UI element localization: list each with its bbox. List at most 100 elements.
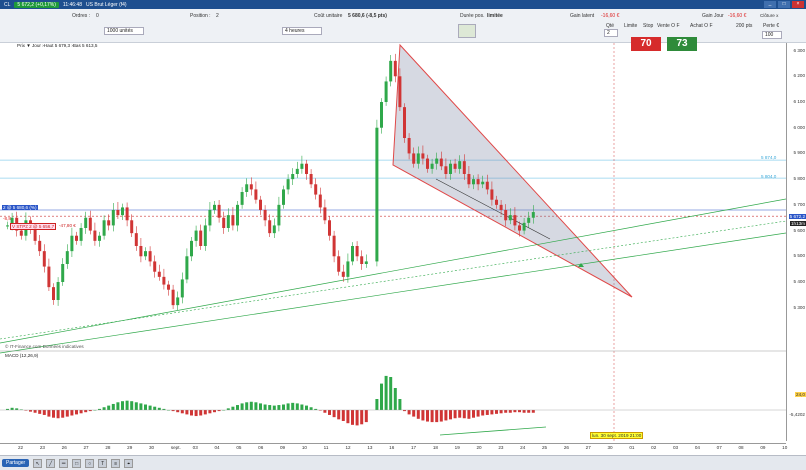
tool-icon-8[interactable]: ⌖ — [124, 458, 134, 468]
candle-body — [190, 240, 193, 257]
perte-input[interactable]: 100 — [762, 31, 782, 39]
candle-body — [295, 168, 299, 174]
macd-bar — [116, 402, 120, 410]
tool-icon-1[interactable]: ↖ — [33, 458, 43, 468]
maximize-button[interactable]: □ — [778, 1, 790, 8]
candle-body — [88, 217, 92, 231]
position-tag[interactable]: 2 @ 5 680,6 (%) — [2, 205, 38, 210]
candle-body — [351, 246, 354, 262]
candle-body — [254, 189, 258, 200]
macd-bar — [407, 410, 411, 415]
level-tag-2: 5 804,0 — [761, 174, 777, 179]
position-value: 2 — [216, 13, 219, 19]
candle-body — [458, 161, 462, 169]
candle-body — [167, 284, 170, 290]
macd-bar — [286, 403, 290, 410]
macd-bar — [254, 402, 258, 410]
chart-info-line: Prix ▼ Jour ›Haut 5 679,3 ›Bas 5 613,5 — [17, 43, 98, 48]
y-tick-label: 6 100 — [793, 99, 806, 104]
macd-bar — [518, 410, 521, 413]
qte-input[interactable]: 2 — [604, 29, 618, 37]
share-button[interactable]: Partager — [2, 459, 30, 467]
tool-icon-7[interactable]: ≡ — [111, 458, 121, 468]
timeframe-select[interactable]: 4 heures — [282, 27, 322, 35]
tool-icon-5[interactable]: ○ — [85, 458, 95, 468]
candle-body — [337, 256, 341, 272]
minimize-button[interactable]: _ — [764, 1, 776, 8]
macd-bar — [375, 399, 379, 410]
candle-body — [162, 276, 166, 285]
candle-body — [240, 192, 244, 205]
candle-body — [93, 230, 97, 241]
watermark: © IT-Finance.com Données indicatives — [5, 344, 84, 349]
macd-bar — [323, 410, 327, 413]
candle-body — [47, 266, 51, 288]
cout-value: 5 680,6 (-8,5 pts) — [348, 13, 387, 19]
close-button[interactable]: × — [792, 1, 804, 8]
chart-thumbnail-icon[interactable] — [458, 24, 476, 38]
macd-bar — [508, 410, 512, 413]
quantity-select[interactable]: 1000 unités — [104, 27, 144, 35]
y-tick-label: 5 500 — [793, 253, 806, 259]
candle-body — [208, 210, 212, 226]
macd-bar — [236, 405, 239, 410]
trend-line-1 — [0, 198, 787, 344]
candle-body — [116, 210, 120, 216]
time-axis[interactable]: 22 23 26 27 28 29 30 sept. 03 04 05 06 09 10 11 12 13 16 1… — [0, 443, 787, 453]
x-tick-label: 25 — [542, 445, 548, 450]
ordres-value: 0 — [96, 13, 99, 19]
tool-icon-3[interactable]: ═ — [59, 458, 69, 468]
price-chart[interactable] — [0, 43, 787, 453]
x-tick-label: 23 — [39, 445, 45, 450]
macd-bar — [398, 399, 402, 410]
candle-body — [291, 174, 295, 180]
x-tick-label: 18 — [432, 445, 438, 450]
candle-body — [518, 225, 521, 231]
macd-bar — [226, 408, 230, 410]
macd-value-2: -5,4202 — [789, 412, 805, 417]
x-tick-label: 29 — [127, 445, 133, 450]
candle-body — [217, 204, 221, 218]
candle-body — [245, 184, 249, 192]
x-tick-label: 04 — [694, 445, 700, 450]
macd-bar — [435, 410, 439, 423]
gain-jour-value: -16,60 € — [728, 13, 747, 19]
macd-bar — [282, 404, 285, 410]
macd-bar — [300, 404, 304, 410]
candle-body — [421, 153, 425, 159]
macd-bar — [245, 402, 249, 410]
candle-body — [481, 181, 485, 185]
macd-bar — [185, 410, 189, 415]
price-badge: 5 672,2 (+0,17%) — [14, 1, 59, 8]
tool-icon-2[interactable]: ╱ — [46, 458, 56, 468]
candle-body — [65, 251, 69, 264]
macd-bar — [157, 407, 161, 410]
candle-body — [84, 217, 88, 228]
x-tick-label: 03 — [673, 445, 679, 450]
tool-icon-6[interactable]: T — [98, 458, 108, 468]
macd-bar — [75, 410, 78, 415]
loss-tag: -8,8 — [3, 216, 11, 221]
macd-bar — [47, 410, 51, 417]
candle-body — [231, 215, 235, 226]
duree-value: limitée — [487, 13, 503, 19]
candle-body — [490, 189, 494, 200]
chart-area[interactable]: Prix ▼ Jour ›Haut 5 679,3 ›Bas 5 613,5 2… — [0, 43, 787, 453]
candle-body — [236, 204, 239, 226]
stop-tag[interactable]: V STP≠ 2 @ 5 656,7 — [10, 223, 57, 230]
candle-body — [199, 230, 203, 246]
tool-icon-4[interactable]: □ — [72, 458, 82, 468]
x-tick-label: 02 — [651, 445, 657, 450]
price-axis[interactable]: 5 672,2 1h13m 24,0 -5,4202 6 300 6 200 6 1… — [786, 43, 806, 441]
candle-body — [527, 217, 531, 223]
position-label: Position : — [190, 13, 211, 19]
y-tick-label: 5 600 — [793, 227, 806, 233]
candle-body — [157, 271, 161, 277]
candle-body — [380, 102, 383, 128]
macd-bar — [328, 410, 331, 415]
candle-body — [268, 220, 272, 234]
macd-bar — [453, 410, 457, 419]
macd-bar — [309, 407, 313, 410]
macd-bar — [332, 410, 336, 418]
x-tick-label: 30 — [149, 445, 155, 450]
